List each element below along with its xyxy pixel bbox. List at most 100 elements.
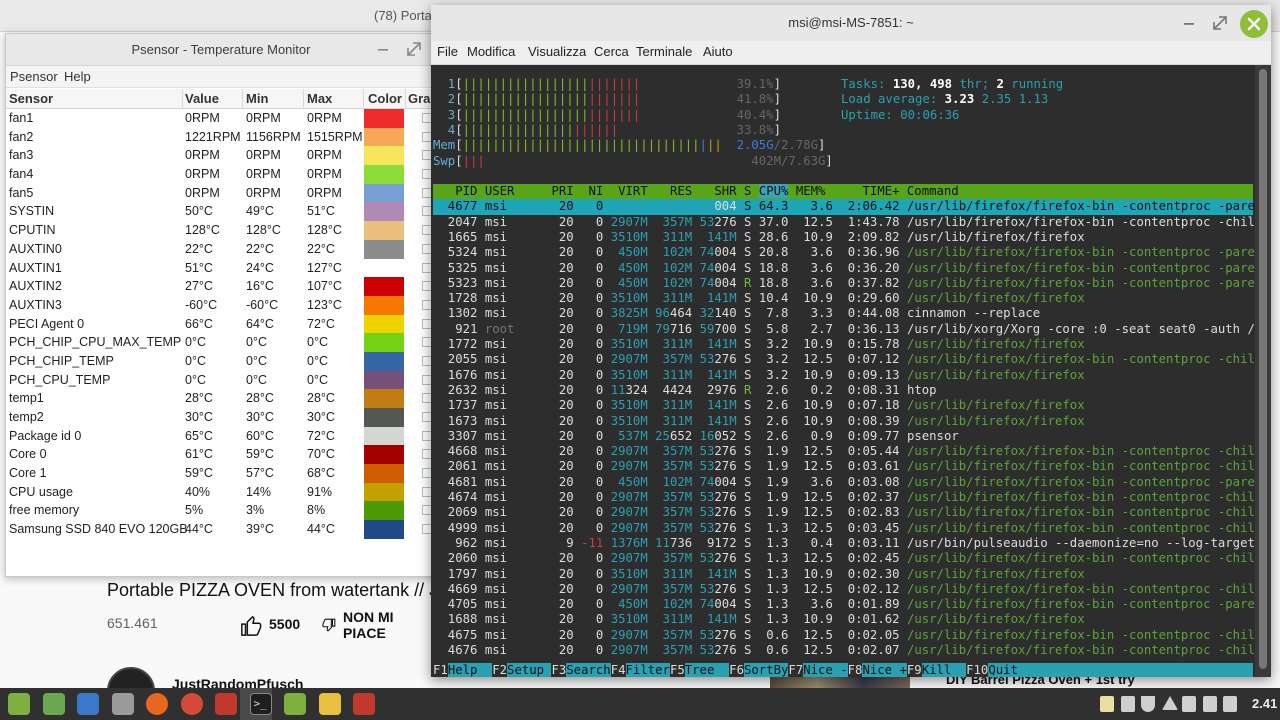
clipboard-icon[interactable]: [1100, 696, 1114, 712]
process-row[interactable]: 2055 msi 20 0 2907M 357M 53276 S 3.2 12.…: [433, 352, 1255, 367]
sensor-row[interactable]: free memory 5% 3% 8%: [6, 501, 436, 521]
process-row[interactable]: 4669 msi 20 0 2907M 357M 53276 S 1.3 12.…: [433, 582, 1255, 597]
process-row[interactable]: 3307 msi 20 0 537M 25652 16052 S 2.6 0.9…: [433, 429, 1253, 444]
sensor-row[interactable]: fan3 0RPM 0RPM 0RPM: [6, 146, 436, 166]
calculator-icon[interactable]: [111, 693, 134, 715]
sensor-color-swatch[interactable]: [364, 202, 404, 222]
sensor-color-swatch[interactable]: [364, 258, 404, 278]
process-row[interactable]: 2047 msi 20 0 2907M 357M 53276 S 37.0 12…: [433, 215, 1255, 230]
sensor-color-swatch[interactable]: [364, 482, 404, 502]
sensor-row[interactable]: fan4 0RPM 0RPM 0RPM: [6, 165, 436, 184]
process-row[interactable]: 5323 msi 20 0 450M 102M 74004 R 18.8 3.6…: [433, 276, 1255, 291]
menu-icon[interactable]: [8, 693, 30, 715]
menu-aiuto[interactable]: Aiuto: [703, 44, 733, 59]
process-row[interactable]: 5324 msi 20 0 450M 102M 74004 S 20.8 3.6…: [433, 245, 1255, 260]
process-row[interactable]: 2069 msi 20 0 2907M 357M 53276 S 1.9 12.…: [433, 505, 1255, 520]
process-table-header[interactable]: PID USER PRI NI VIRT RES SHR S CPU% MEM%…: [433, 184, 1253, 200]
folder-icon[interactable]: [284, 693, 306, 715]
sensor-row[interactable]: Package id 0 65°C 60°C 72°C: [6, 426, 436, 446]
sensor-row[interactable]: Samsung SSD 840 EVO 120GB 44°C 39°C 44°C: [6, 520, 436, 539]
sensor-row[interactable]: Core 1 59°C 57°C 68°C: [6, 464, 436, 483]
battery-icon[interactable]: [1182, 696, 1196, 712]
sensor-color-swatch[interactable]: [364, 464, 404, 483]
sensor-color-swatch[interactable]: [364, 520, 404, 539]
sensor-color-swatch[interactable]: [364, 333, 404, 352]
sensor-row[interactable]: fan2 1221RPM 1156RPM 1515RPM: [6, 127, 436, 147]
process-row[interactable]: 1665 msi 20 0 3510M 311M 141M S 28.6 10.…: [433, 230, 1253, 245]
thumbs-down-icon[interactable]: [322, 618, 336, 632]
menu-file[interactable]: File: [437, 44, 458, 59]
sensor-row[interactable]: CPUTIN 128°C 128°C 128°C: [6, 221, 436, 240]
minimize-icon[interactable]: [1183, 16, 1195, 30]
process-row[interactable]: 1676 msi 20 0 3510M 311M 141M S 3.2 10.9…: [433, 368, 1253, 383]
process-row[interactable]: 4681 msi 20 0 450M 102M 74004 S 1.9 3.6 …: [433, 475, 1255, 490]
mail-icon[interactable]: [77, 693, 99, 715]
sensor-row[interactable]: PCH_CPU_TEMP 0°C 0°C 0°C: [6, 370, 436, 390]
sensor-row[interactable]: PCH_CHIP_CPU_MAX_TEMP 0°C 0°C 0°C: [6, 333, 436, 352]
related-video-thumbnail[interactable]: [770, 676, 910, 688]
process-row[interactable]: 4677 msi 20 0 450M 102M 74004 S 64.3 3.6…: [433, 199, 1255, 215]
sensor-row[interactable]: temp1 28°C 28°C 28°C: [6, 389, 436, 408]
psensor-icon[interactable]: [353, 693, 375, 715]
maximize-icon[interactable]: [1213, 16, 1227, 30]
process-row[interactable]: 1737 msi 20 0 3510M 311M 141M S 2.6 10.9…: [433, 398, 1253, 413]
process-row[interactable]: 1673 msi 20 0 3510M 311M 141M S 2.6 10.9…: [433, 414, 1253, 429]
dislike-button-label[interactable]: NON MI PIACE: [343, 609, 413, 641]
col-max[interactable]: Max: [307, 91, 332, 106]
menu-cerca[interactable]: Cerca: [594, 44, 629, 59]
process-row[interactable]: 4674 msi 20 0 2907M 357M 53276 S 1.9 12.…: [433, 490, 1255, 505]
minimize-icon[interactable]: [377, 42, 389, 56]
sensor-row[interactable]: PECI Agent 0 66°C 64°C 72°C: [6, 314, 436, 334]
sensor-color-swatch[interactable]: [364, 295, 404, 315]
sensor-color-swatch[interactable]: [364, 165, 404, 184]
sensor-color-swatch[interactable]: [364, 109, 404, 128]
process-row[interactable]: 962 msi 9 -11 1376M 11736 9172 S 1.3 0.4…: [433, 536, 1255, 551]
clock[interactable]: 2.41: [1252, 696, 1277, 711]
terminal-icon[interactable]: >_: [249, 693, 272, 715]
col-sensor[interactable]: Sensor: [9, 91, 53, 106]
sensor-row[interactable]: fan5 0RPM 0RPM 0RPM: [6, 183, 436, 203]
menu-terminale[interactable]: Terminale: [636, 44, 692, 59]
music-icon[interactable]: [1202, 696, 1217, 712]
sensor-color-swatch[interactable]: [364, 408, 404, 427]
process-row[interactable]: 1728 msi 20 0 3510M 311M 141M S 10.4 10.…: [433, 291, 1253, 306]
sensor-color-swatch[interactable]: [364, 501, 404, 521]
sensor-row[interactable]: Core 0 61°C 59°C 70°C: [6, 445, 436, 465]
sensor-color-swatch[interactable]: [364, 127, 404, 147]
sensor-row[interactable]: fan1 0RPM 0RPM 0RPM: [6, 109, 436, 128]
network-icon[interactable]: [1161, 696, 1178, 710]
files-icon[interactable]: [42, 693, 65, 715]
terminal-titlebar[interactable]: msi@msi-MS-7851: ~: [431, 5, 1271, 41]
sensor-row[interactable]: AUXTIN2 27°C 16°C 107°C: [6, 277, 436, 296]
sensor-color-swatch[interactable]: [364, 183, 404, 203]
sensor-row[interactable]: AUXTIN3 -60°C -60°C 123°C: [6, 295, 436, 315]
sensor-color-swatch[interactable]: [364, 426, 404, 446]
col-value[interactable]: Value: [185, 91, 219, 106]
sensor-color-swatch[interactable]: [364, 221, 404, 240]
close-button[interactable]: [1240, 10, 1268, 38]
scrollbar-thumb[interactable]: [1259, 69, 1267, 669]
col-min[interactable]: Min: [246, 91, 268, 106]
process-row[interactable]: 4705 msi 20 0 450M 102M 74004 S 1.3 3.6 …: [433, 597, 1255, 612]
sensor-color-swatch[interactable]: [364, 351, 404, 371]
terminal-scrollbar[interactable]: [1255, 65, 1271, 677]
process-row[interactable]: 4676 msi 20 0 2907M 357M 53276 S 0.6 12.…: [433, 643, 1255, 658]
menu-psensor[interactable]: Psensor: [10, 69, 58, 84]
process-row[interactable]: 2632 msi 20 0 11324 4424 2976 R 2.6 0.2 …: [433, 383, 1253, 398]
chrome-icon[interactable]: [180, 693, 203, 715]
sensor-color-swatch[interactable]: [364, 314, 404, 334]
menu-visualizza[interactable]: Visualizza: [528, 44, 586, 59]
menu-modifica[interactable]: Modifica: [467, 44, 515, 59]
sensor-color-swatch[interactable]: [364, 277, 404, 296]
sensor-row[interactable]: CPU usage 40% 14% 91%: [6, 482, 436, 502]
process-row[interactable]: 4999 msi 20 0 2907M 357M 53276 S 1.3 12.…: [433, 521, 1255, 536]
browser-tab-title[interactable]: (78) Porta: [374, 8, 432, 23]
bluetooth-icon[interactable]: [1120, 696, 1135, 712]
firefox-icon[interactable]: [146, 693, 168, 715]
process-row[interactable]: 921 root 20 0 719M 79716 59700 S 5.8 2.7…: [433, 322, 1255, 337]
notes-icon[interactable]: [318, 693, 341, 715]
sensor-color-swatch[interactable]: [364, 239, 404, 259]
maximize-icon[interactable]: [407, 42, 421, 56]
process-row[interactable]: 1797 msi 20 0 3510M 311M 141M S 1.3 10.9…: [433, 567, 1253, 582]
sensor-row[interactable]: PCH_CHIP_TEMP 0°C 0°C 0°C: [6, 351, 436, 371]
